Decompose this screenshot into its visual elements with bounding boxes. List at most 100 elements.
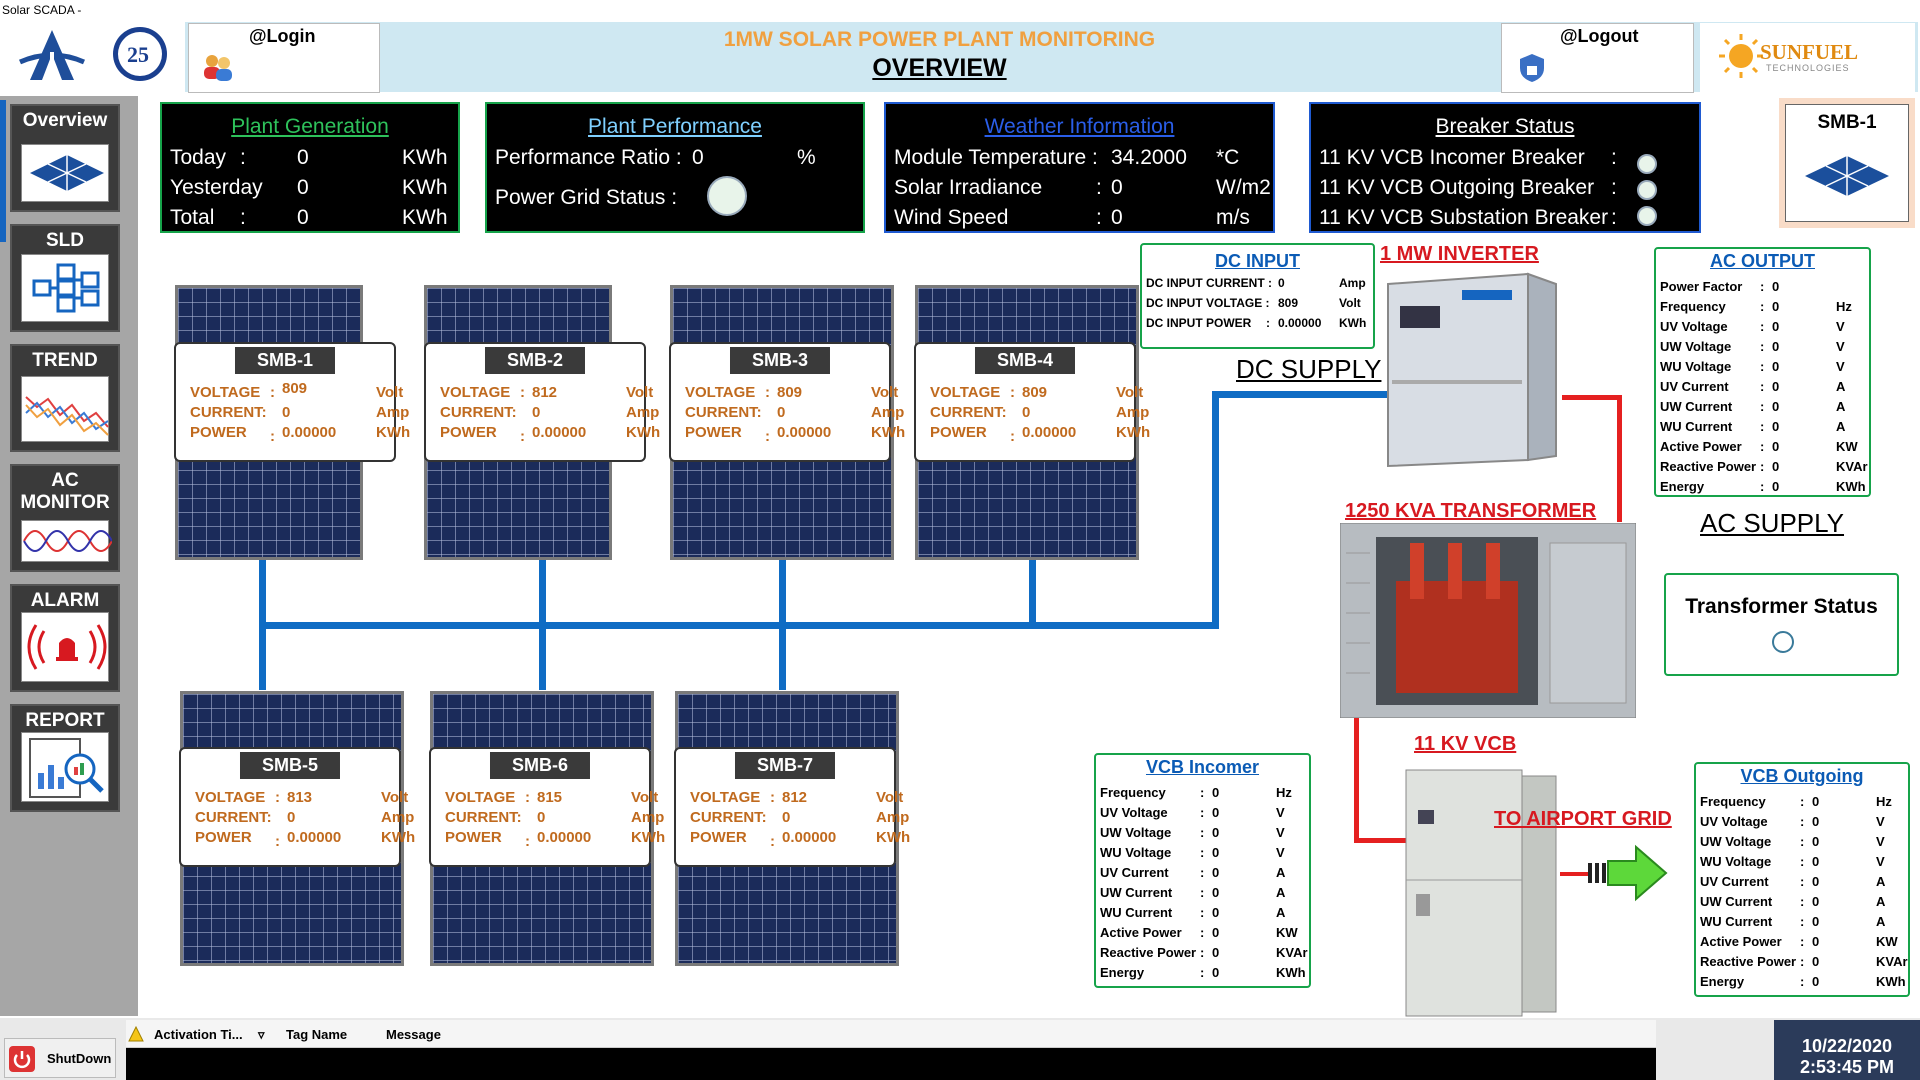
outgoing-breaker-sep: : [1611, 176, 1617, 199]
dc-power-sep: : [1266, 316, 1270, 330]
reading-label: Active Power [1100, 925, 1182, 940]
reading-label: WU Voltage [1700, 854, 1772, 869]
column-header[interactable]: Message [386, 1027, 441, 1042]
dc-power-unit: KWh [1339, 316, 1367, 330]
voltage-unit: Volt [381, 789, 409, 806]
reading-value: 0 [1772, 359, 1780, 374]
sidebar-item-label: SLD [46, 230, 84, 251]
colon: : [1800, 834, 1805, 849]
voltage-value: 809 [1022, 384, 1048, 401]
scada-window: Solar SCADA - 25 @Login 1MW SOLAR POWER … [0, 0, 1920, 1080]
reading-value: 0 [1772, 399, 1780, 414]
column-header[interactable]: Activation Ti... [154, 1027, 243, 1042]
reading-unit: KW [1836, 439, 1858, 454]
vcb-incomer-title[interactable]: VCB Incomer [1096, 757, 1309, 778]
dc-wire [1029, 560, 1036, 622]
current-unit: Amp [871, 404, 905, 421]
reading-label: Active Power [1660, 439, 1742, 454]
transformer-icon[interactable] [1340, 523, 1636, 718]
colon: : [270, 384, 275, 401]
reading-unit: V [1876, 834, 1885, 849]
voltage-value: 812 [532, 384, 558, 401]
sidebar-item-overview[interactable]: Overview [10, 104, 120, 212]
sidebar-item-trend[interactable]: TREND [10, 344, 120, 452]
smb-card[interactable]: SMB-4 VOLTAGE:809 Volt CURRENT: 0 Amp POWER… [914, 342, 1150, 462]
reading-value: 0 [1212, 845, 1220, 860]
vcb-outgoing-title[interactable]: VCB Outgoing [1696, 766, 1908, 787]
inverter-icon[interactable] [1378, 270, 1566, 475]
current-value: 0 [537, 809, 546, 826]
voltage-value: 813 [287, 789, 313, 806]
smb-name: SMB-2 [484, 347, 586, 374]
colon: : [1200, 865, 1205, 880]
alarm-table-body[interactable] [126, 1048, 1656, 1080]
colon: : [1760, 419, 1765, 434]
smb-card[interactable]: SMB-7 VOLTAGE:812 Volt CURRENT: 0 Amp POWER… [674, 747, 910, 867]
plant-performance-title[interactable]: Plant Performance [487, 115, 863, 139]
current-label: CURRENT: [445, 809, 522, 826]
sidebar-item-sld[interactable]: SLD [10, 224, 120, 332]
sine-wave-icon [21, 520, 113, 562]
dc-power-label: DC INPUT POWER [1146, 316, 1252, 330]
vcb-outgoing-panel: VCB Outgoing Frequency:0 Hz UV Voltage:0 V U… [1694, 762, 1910, 997]
colon: : [1760, 439, 1765, 454]
current-label: CURRENT: [930, 404, 1007, 421]
sidebar-item-ac-monitor[interactable]: AC MONITOR [10, 464, 120, 572]
sidebar-item-report[interactable]: REPORT [10, 704, 120, 812]
reading-value: 0 [1812, 814, 1820, 829]
dc-current-label: DC INPUT CURRENT : [1146, 276, 1272, 290]
smb-card[interactable]: SMB-6 VOLTAGE:815 Volt CURRENT: 0 Amp POWER… [429, 747, 665, 867]
reading-unit: A [1836, 419, 1846, 434]
reading-value: 0 [1212, 805, 1220, 820]
colon: : [1800, 914, 1805, 929]
voltage-value: 815 [537, 789, 563, 806]
login-label: @Login [249, 26, 316, 46]
dc-input-title[interactable]: DC INPUT [1142, 251, 1373, 272]
smb-selector[interactable]: SMB-1 [1779, 98, 1915, 228]
wind-speed-label: Wind Speed [894, 206, 1009, 229]
reading-label: Reactive Power [1660, 459, 1757, 474]
smb-name: SMB-6 [489, 752, 591, 779]
colon: : [1010, 428, 1015, 445]
vcb-panel-icon[interactable] [1402, 760, 1562, 1020]
weather-title[interactable]: Weather Information [886, 115, 1273, 139]
shutdown-button[interactable]: ShutDown [4, 1038, 116, 1078]
smb-card[interactable]: SMB-3 VOLTAGE:809 Volt CURRENT: 0 Amp POWER… [669, 342, 905, 462]
smb-card[interactable]: SMB-2 VOLTAGE:812 Volt CURRENT: 0 Amp POWER… [424, 342, 660, 462]
transformer-status-panel: Transformer Status [1664, 573, 1899, 676]
colon: : [1800, 974, 1805, 989]
current-unit: Amp [631, 809, 665, 826]
smb-card[interactable]: SMB-5 VOLTAGE:813 Volt CURRENT: 0 Amp POWER… [179, 747, 415, 867]
dc-power-value: 0.00000 [1278, 316, 1322, 330]
arrow-right-icon [1588, 844, 1668, 902]
gen-today-unit: KWh [402, 146, 448, 169]
column-header[interactable]: Tag Name [286, 1027, 347, 1042]
reading-value: 0 [1812, 954, 1820, 969]
reading-value: 0 [1212, 865, 1220, 880]
reading-label: WU Current [1660, 419, 1733, 434]
wind-speed-sep: : [1096, 206, 1102, 229]
reading-unit: A [1836, 379, 1846, 394]
smb-card[interactable]: SMB-1 VOLTAGE:809 Volt CURRENT: 0 Amp POWER… [174, 342, 410, 462]
reading-value: 0 [1812, 914, 1820, 929]
sidebar-item-alarm[interactable]: ALARM [10, 584, 120, 692]
reading-value: 0 [1212, 905, 1220, 920]
colon: : [525, 789, 530, 806]
plant-performance-panel: Plant Performance Performance Ratio : 0 … [485, 102, 865, 233]
login-button[interactable]: @Login [188, 23, 380, 93]
reading-unit: KVAr [1276, 945, 1308, 960]
logout-button[interactable]: @Logout [1501, 23, 1694, 93]
plant-generation-title[interactable]: Plant Generation [162, 115, 458, 139]
outgoing-breaker-indicator [1637, 180, 1657, 200]
voltage-value: 809 [282, 380, 308, 397]
colon: : [1200, 945, 1205, 960]
gen-today-sep: : [240, 146, 246, 169]
ac-output-title[interactable]: AC OUTPUT [1656, 251, 1869, 272]
colon: : [1760, 379, 1765, 394]
sidebar-item-label: Overview [22, 110, 108, 131]
filter-icon[interactable]: ▿ [258, 1027, 265, 1043]
colon: : [1760, 319, 1765, 334]
reading-unit: Hz [1876, 794, 1892, 809]
colon: : [1010, 384, 1015, 401]
ac-wire [1354, 718, 1359, 842]
